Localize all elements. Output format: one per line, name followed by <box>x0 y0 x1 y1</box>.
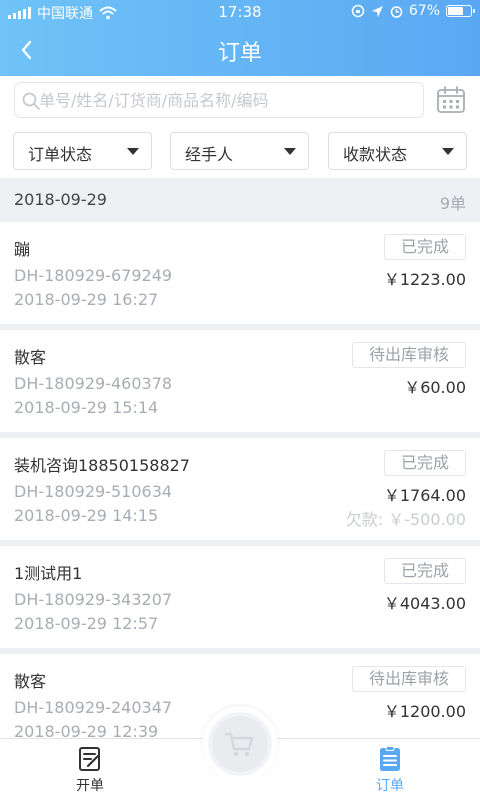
status-badge: 待出库审核 <box>351 342 466 368</box>
date-group-header: 2018-09-29 9单 <box>0 178 480 222</box>
order-card[interactable]: 装机咨询18850158827 DH-180929-510634 2018-09… <box>0 438 480 540</box>
order-time: 2018-09-29 14:15 <box>14 506 159 525</box>
status-badge: 已完成 <box>383 450 466 476</box>
debt-amount: 欠款: ￥-500.00 <box>345 510 466 529</box>
customer-name: 散客 <box>14 348 47 367</box>
lock-rotation-icon <box>351 4 365 18</box>
status-bar: 中国联通 17:38 67% <box>0 0 480 24</box>
order-time: 2018-09-29 15:14 <box>14 398 159 417</box>
tab-open-order[interactable]: 开单 <box>60 745 120 795</box>
group-date: 2018-09-29 <box>14 190 107 209</box>
status-badge: 已完成 <box>383 234 466 260</box>
order-amount: ￥60.00 <box>404 378 466 397</box>
tab-orders[interactable]: 订单 <box>360 745 420 795</box>
battery-icon <box>446 5 475 17</box>
caret-down-icon <box>442 148 454 155</box>
customer-name: 装机咨询18850158827 <box>14 456 190 475</box>
order-amount: ￥1223.00 <box>383 270 466 289</box>
order-number: DH-180929-510634 <box>14 482 173 501</box>
filter-bar: 订单状态 经手人 收款状态 <box>0 124 480 178</box>
order-amount: ￥4043.00 <box>383 594 466 613</box>
navbar: 订单 <box>0 24 480 76</box>
customer-name: 1测试用1 <box>14 564 83 583</box>
list-icon <box>380 746 400 771</box>
order-time: 2018-09-29 16:27 <box>14 290 159 309</box>
order-number: DH-180929-679249 <box>14 266 173 285</box>
order-card[interactable]: 散客 DH-180929-460378 2018-09-29 15:14 待出库… <box>0 330 480 432</box>
order-number: DH-180929-460378 <box>14 374 173 393</box>
order-amount: ￥1200.00 <box>383 702 466 721</box>
search-box[interactable] <box>14 82 424 118</box>
battery-percent: 67% <box>408 3 440 19</box>
search-input[interactable] <box>39 83 419 117</box>
order-number: DH-180929-343207 <box>14 590 173 609</box>
filter-label: 经手人 <box>185 145 234 164</box>
order-status-filter[interactable]: 订单状态 <box>13 132 152 170</box>
caret-down-icon <box>284 148 296 155</box>
order-number: DH-180929-240347 <box>14 698 173 717</box>
handler-filter[interactable]: 经手人 <box>170 132 309 170</box>
customer-name: 散客 <box>14 672 47 691</box>
search-icon <box>22 92 40 110</box>
search-bar <box>0 76 480 124</box>
status-badge: 已完成 <box>383 558 466 584</box>
filter-label: 订单状态 <box>28 145 93 164</box>
location-icon <box>371 5 383 17</box>
tab-label: 开单 <box>76 778 104 794</box>
page-title: 订单 <box>217 41 262 66</box>
order-time: 2018-09-29 12:57 <box>14 614 159 633</box>
order-amount: ￥1764.00 <box>383 486 466 505</box>
tab-label: 订单 <box>376 778 404 794</box>
edit-icon <box>79 747 100 771</box>
payment-status-filter[interactable]: 收款状态 <box>328 132 467 170</box>
customer-name: 蹦 <box>14 240 31 259</box>
order-card[interactable]: 蹦 DH-180929-679249 2018-09-29 16:27 已完成 … <box>0 222 480 324</box>
cart-icon <box>224 732 254 757</box>
header: 中国联通 17:38 67% 订单 <box>0 0 480 76</box>
cart-button[interactable] <box>202 706 278 782</box>
alarm-icon <box>390 5 403 18</box>
caret-down-icon <box>127 148 139 155</box>
calendar-icon[interactable] <box>436 86 466 114</box>
order-card[interactable]: 1测试用1 DH-180929-343207 2018-09-29 12:57 … <box>0 546 480 648</box>
group-count: 9单 <box>439 194 466 213</box>
status-badge: 待出库审核 <box>351 666 466 692</box>
filter-label: 收款状态 <box>343 145 408 164</box>
